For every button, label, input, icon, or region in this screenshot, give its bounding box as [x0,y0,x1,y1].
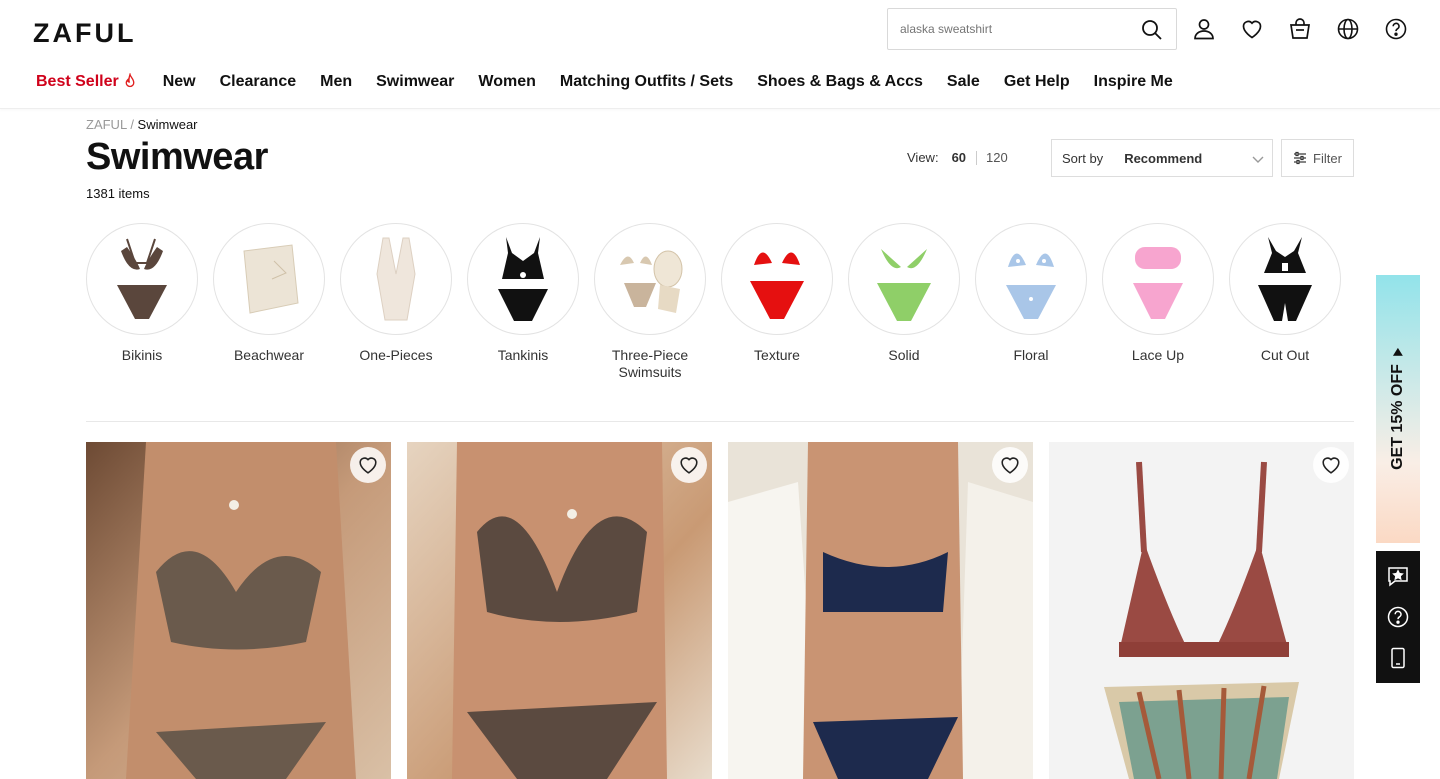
category-label: Bikinis [121,347,163,363]
category-list: Bikinis Beachwear One-Pieces Tankinis Th… [86,223,1341,381]
nav-label: Best Seller [36,73,119,90]
view-selector: View: 60 120 [907,150,1008,165]
category-tankinis[interactable]: Tankinis [467,223,579,381]
side-toolbar [1376,551,1420,683]
wishlist-button[interactable] [1313,447,1349,483]
category-floral[interactable]: Floral [975,223,1087,381]
category-lace-up[interactable]: Lace Up [1102,223,1214,381]
filter-sliders-icon [1294,151,1307,165]
category-label: Floral [1013,347,1049,363]
nav-new[interactable]: New [163,73,196,91]
category-image [1102,223,1214,335]
view-label: View: [907,150,939,165]
item-count: 1381 items [86,186,150,201]
sort-label: Sort by [1062,150,1104,166]
discount-promo-tab[interactable]: GET 15% OFF [1376,275,1420,543]
category-image [1229,223,1341,335]
nav-matching-outfits[interactable]: Matching Outfits / Sets [560,73,733,91]
search-box [887,8,1177,50]
category-three-piece-swimsuits[interactable]: Three-Piece Swimsuits [594,223,706,381]
wishlist-button[interactable] [671,447,707,483]
nav-women[interactable]: Women [478,73,535,91]
main-nav: Best Seller New Clearance Men Swimwear W… [36,73,1173,91]
help-circle-icon[interactable] [1386,605,1410,629]
category-image [721,223,833,335]
mobile-app-icon[interactable] [1386,646,1410,670]
nav-sale[interactable]: Sale [947,73,980,91]
category-image [848,223,960,335]
heart-icon [680,457,698,474]
product-card[interactable] [407,442,712,779]
flame-icon [125,73,135,88]
category-image [975,223,1087,335]
breadcrumb-root[interactable]: ZAFUL [86,117,127,132]
category-image [213,223,325,335]
breadcrumb-separator: / [126,117,138,132]
wishlist-button[interactable] [350,447,386,483]
category-texture[interactable]: Texture [721,223,833,381]
promo-label: GET 15% OFF [1389,364,1407,470]
nav-get-help[interactable]: Get Help [1004,73,1070,91]
filter-button[interactable]: Filter [1281,139,1354,177]
category-label: Three-Piece Swimsuits [611,347,689,380]
category-label: One-Pieces [359,347,433,363]
category-label: Texture [754,347,800,363]
help-icon[interactable] [1384,17,1408,41]
category-label: Beachwear [233,347,305,363]
category-image [340,223,452,335]
wishlist-icon[interactable] [1240,17,1264,41]
search-input[interactable] [900,9,1130,49]
wishlist-button[interactable] [992,447,1028,483]
globe-icon[interactable] [1336,17,1360,41]
category-image [467,223,579,335]
breadcrumb-current: Swimwear [137,117,198,132]
category-label: Lace Up [1131,347,1185,363]
category-image [594,223,706,335]
page-title: Swimwear [86,136,268,178]
category-label: Tankinis [497,347,549,363]
nav-men[interactable]: Men [320,73,352,91]
nav-best-seller[interactable]: Best Seller [36,73,139,91]
product-image [86,442,391,779]
product-image [1049,442,1354,779]
nav-inspire-me[interactable]: Inspire Me [1094,73,1173,91]
heart-icon [1001,457,1019,474]
view-option-120[interactable]: 120 [986,150,1008,165]
product-card[interactable] [1049,442,1354,779]
site-logo[interactable]: ZAFUL [33,18,136,49]
category-bikinis[interactable]: Bikinis [86,223,198,381]
review-star-icon[interactable] [1386,564,1410,588]
heart-icon [1322,457,1340,474]
nav-swimwear[interactable]: Swimwear [376,73,454,91]
category-solid[interactable]: Solid [848,223,960,381]
site-header: ZAFUL Best Seller New Clearance Men Swim… [0,0,1440,109]
category-image [86,223,198,335]
view-option-60[interactable]: 60 [952,150,966,165]
chevron-down-icon [1252,156,1264,163]
product-image [407,442,712,779]
heart-icon [359,457,377,474]
section-divider [86,421,1354,422]
caret-up-icon [1393,348,1404,357]
sort-dropdown[interactable]: Sort by Recommend [1051,139,1273,177]
category-cut-out[interactable]: Cut Out [1229,223,1341,381]
product-grid [86,442,1354,779]
product-card[interactable] [728,442,1033,779]
sort-value: Recommend [1124,150,1203,166]
category-label: Solid [888,347,920,363]
view-divider [976,150,978,165]
search-icon[interactable] [1140,18,1164,42]
account-icon[interactable] [1192,17,1216,41]
cart-icon[interactable] [1288,17,1312,41]
filter-label: Filter [1313,150,1342,166]
category-label: Cut Out [1260,347,1310,363]
breadcrumb: ZAFUL / Swimwear [86,117,198,132]
nav-clearance[interactable]: Clearance [220,73,297,91]
product-image [728,442,1033,779]
product-card[interactable] [86,442,391,779]
category-one-pieces[interactable]: One-Pieces [340,223,452,381]
category-beachwear[interactable]: Beachwear [213,223,325,381]
nav-shoes-bags-accs[interactable]: Shoes & Bags & Accs [757,73,923,91]
